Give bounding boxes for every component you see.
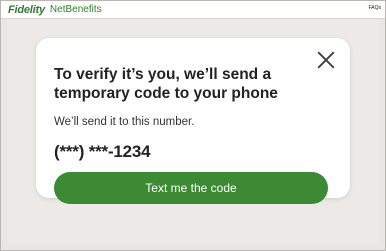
- top-header: Fidelity NetBenefits FAQs: [1, 1, 385, 19]
- dialog-subtitle: We’ll send it to this number.: [54, 116, 195, 128]
- app-frame: Fidelity NetBenefits FAQs To verify it’s…: [0, 0, 386, 251]
- masked-phone-number: (***) ***-1234: [54, 142, 151, 161]
- dialog-title: To verify it’s you, we’ll send a tempora…: [54, 66, 278, 102]
- product-name: NetBenefits: [49, 4, 102, 15]
- text-me-code-button[interactable]: Text me the code: [54, 172, 328, 204]
- brand-name: Fidelity: [8, 3, 45, 16]
- close-icon[interactable]: [316, 50, 336, 70]
- faqs-link[interactable]: FAQs: [368, 5, 381, 11]
- brand-logo: Fidelity NetBenefits: [8, 2, 102, 17]
- verification-dialog: To verify it’s you, we’ll send a tempora…: [36, 38, 350, 204]
